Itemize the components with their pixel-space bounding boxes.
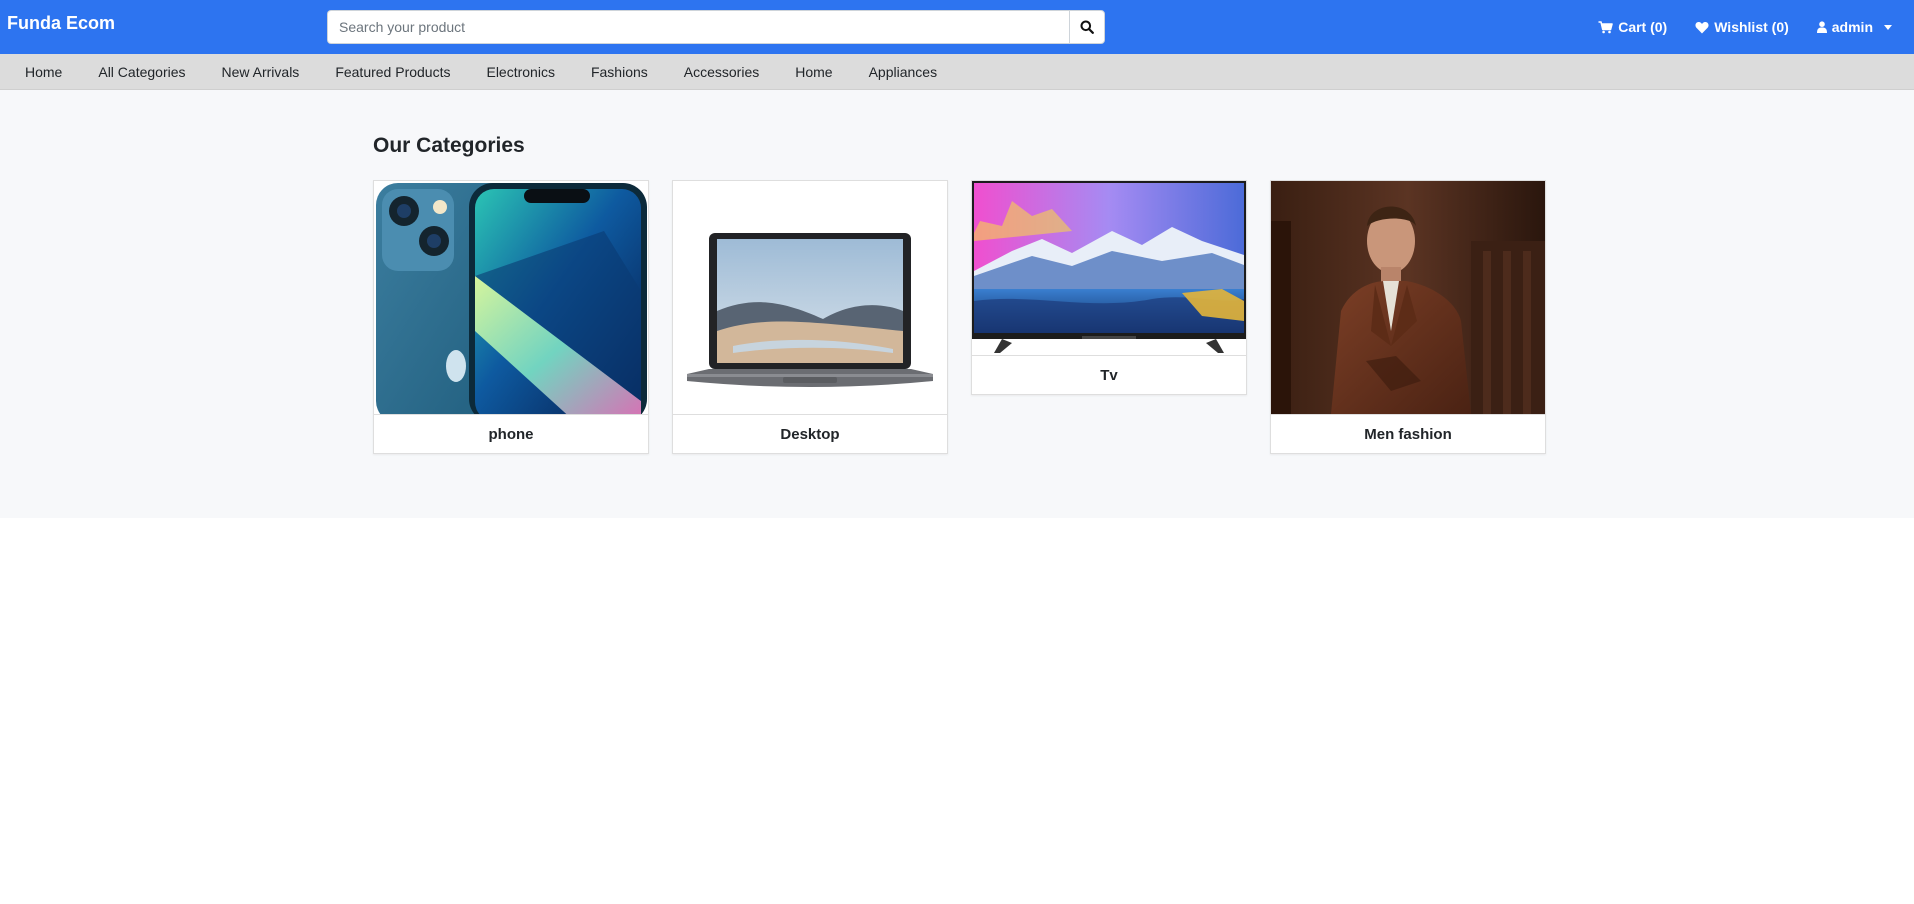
user-icon xyxy=(1816,21,1827,33)
nav-item-featured-products[interactable]: Featured Products xyxy=(335,64,450,80)
man-suit-image xyxy=(1271,181,1545,415)
phone-image xyxy=(374,181,648,415)
cart-icon xyxy=(1598,20,1614,34)
nav-item-all-categories[interactable]: All Categories xyxy=(98,64,185,80)
category-card-phone[interactable]: phone xyxy=(373,180,649,454)
nav-item-appliances[interactable]: Appliances xyxy=(869,64,938,80)
category-name: Men fashion xyxy=(1364,425,1452,443)
nav-item-electronics[interactable]: Electronics xyxy=(486,64,554,80)
brand-logo[interactable]: Funda Ecom xyxy=(7,13,115,34)
page-title: Our Categories xyxy=(373,134,525,157)
nav-item-home[interactable]: Home xyxy=(25,64,62,80)
search-button[interactable] xyxy=(1069,10,1105,44)
category-card-tv[interactable]: Tv xyxy=(971,180,1247,395)
nav-item-accessories[interactable]: Accessories xyxy=(684,64,759,80)
nav-item-fashions[interactable]: Fashions xyxy=(591,64,648,80)
user-nav: Cart (0) Wishlist (0) admin xyxy=(1598,0,1892,54)
search-bar xyxy=(327,10,1105,44)
category-name: phone xyxy=(488,425,534,443)
top-navbar: Funda Ecom Cart (0) xyxy=(0,0,1914,54)
category-grid: phone Desktop Tv Men fashion xyxy=(373,180,1546,454)
category-card-desktop[interactable]: Desktop xyxy=(672,180,948,454)
category-card-men-fashion[interactable]: Men fashion xyxy=(1270,180,1546,454)
laptop-image xyxy=(673,181,947,415)
chevron-down-icon xyxy=(1884,24,1892,30)
wishlist-link[interactable]: Wishlist (0) xyxy=(1695,19,1789,35)
wishlist-label: Wishlist (0) xyxy=(1714,19,1789,35)
tv-image xyxy=(972,181,1246,356)
nav-item-new-arrivals[interactable]: New Arrivals xyxy=(222,64,300,80)
search-input[interactable] xyxy=(327,10,1069,44)
category-nav: Home All Categories New Arrivals Feature… xyxy=(0,54,1914,90)
user-label: admin xyxy=(1831,19,1873,35)
cart-label: Cart (0) xyxy=(1618,19,1668,35)
user-menu-toggle[interactable]: admin xyxy=(1816,19,1892,35)
category-name: Tv xyxy=(1100,366,1118,384)
category-name: Desktop xyxy=(780,425,840,443)
heart-icon xyxy=(1695,21,1709,34)
main-content: Our Categories phone Desktop Tv Men fash… xyxy=(0,90,1914,518)
nav-item-home-2[interactable]: Home xyxy=(795,64,832,80)
search-icon xyxy=(1080,20,1094,34)
cart-link[interactable]: Cart (0) xyxy=(1598,19,1667,35)
